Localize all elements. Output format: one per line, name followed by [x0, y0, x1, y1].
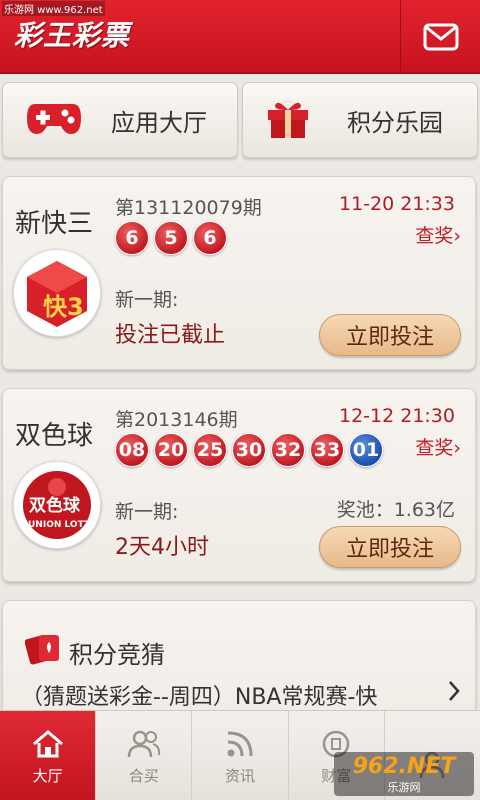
- app-hall-label: 应用大厅: [111, 108, 207, 137]
- site-brand-watermark: 962.NET 乐游网: [334, 752, 474, 796]
- check-prize-link[interactable]: 查奖›: [415, 221, 461, 248]
- result-balls: 08 20 25 30 32 33 01: [115, 433, 388, 467]
- lottery-name: 双色球: [15, 421, 94, 451]
- next-issue-countdown: 2天4小时: [115, 535, 209, 560]
- bottom-nav: 大厅 合买 资讯 财富 962.NET 乐游网: [0, 710, 480, 800]
- lottery-card-k3[interactable]: 新快三 快3 第131120079期 11-20 21:33 查奖› 6 5 6…: [2, 176, 476, 370]
- points-guess-title: 积分竞猜: [69, 641, 165, 669]
- red-ball: 33: [310, 433, 344, 467]
- next-issue-label: 新一期:: [115, 501, 179, 523]
- app-hall-button[interactable]: 应用大厅: [2, 82, 238, 158]
- prize-pool: 奖池：1.63亿: [336, 499, 455, 521]
- tab-group-buy[interactable]: 合买: [96, 711, 193, 800]
- chevron-right-icon: ›: [453, 225, 461, 247]
- next-issue-status: 投注已截止: [115, 323, 226, 348]
- chevron-right-icon: ›: [453, 437, 461, 459]
- next-issue-label: 新一期:: [115, 289, 179, 311]
- message-button[interactable]: [400, 0, 480, 74]
- brand-line-1: 962.NET: [352, 753, 456, 779]
- red-ball: 32: [271, 433, 305, 467]
- issue-number: 第2013146期: [115, 409, 238, 431]
- red-ball: 5: [154, 221, 188, 255]
- k3-logo: 快3: [13, 249, 101, 337]
- guess-topic: （猜题送彩金--周四）NBA常规赛-快: [21, 685, 378, 710]
- mail-icon: [423, 23, 458, 51]
- svg-text:快3: 快3: [43, 293, 84, 321]
- bet-now-button[interactable]: 立即投注: [319, 314, 461, 356]
- gamepad-icon: [25, 98, 83, 142]
- bet-now-button[interactable]: 立即投注: [319, 526, 461, 568]
- blue-ball: 01: [349, 433, 383, 467]
- draw-time: 11-20 21:33: [338, 193, 455, 215]
- red-ball: 08: [115, 433, 149, 467]
- app-header: 乐游网 www.962.net 彩王彩票: [0, 0, 480, 74]
- issue-number: 第131120079期: [115, 197, 262, 219]
- lottery-name: 新快三: [15, 209, 94, 239]
- users-icon: [127, 730, 160, 758]
- points-park-button[interactable]: 积分乐园: [242, 82, 478, 158]
- chevron-right-icon[interactable]: [447, 679, 461, 707]
- red-ball: 6: [115, 221, 149, 255]
- brand-line-2: 乐游网: [387, 780, 421, 794]
- svg-text:UNION LOTTO: UNION LOTTO: [28, 520, 95, 530]
- red-ball: 20: [154, 433, 188, 467]
- gift-icon: [265, 96, 311, 144]
- home-icon: [32, 730, 63, 758]
- rss-icon: [227, 731, 253, 757]
- lottery-card-ssq[interactable]: 双色球 双色球 UNION LOTTO 第2013146期 12-12 21:3…: [2, 388, 476, 582]
- red-ball: 6: [193, 221, 227, 255]
- tab-hall[interactable]: 大厅: [0, 711, 97, 800]
- points-park-label: 积分乐园: [347, 108, 443, 137]
- draw-time: 12-12 21:30: [338, 405, 455, 427]
- check-prize-link[interactable]: 查奖›: [415, 433, 461, 460]
- result-balls: 6 5 6: [115, 221, 232, 255]
- red-ball: 25: [193, 433, 227, 467]
- ssq-logo: 双色球 UNION LOTTO: [13, 461, 101, 549]
- cards-icon: [24, 631, 63, 669]
- svg-text:双色球: 双色球: [29, 495, 81, 516]
- tab-news[interactable]: 资讯: [192, 711, 289, 800]
- tab-group-buy-label: 合买: [128, 767, 159, 785]
- tab-news-label: 资讯: [225, 767, 256, 785]
- tab-hall-label: 大厅: [32, 767, 63, 785]
- red-ball: 30: [232, 433, 266, 467]
- app-logo: 彩王彩票: [14, 19, 131, 52]
